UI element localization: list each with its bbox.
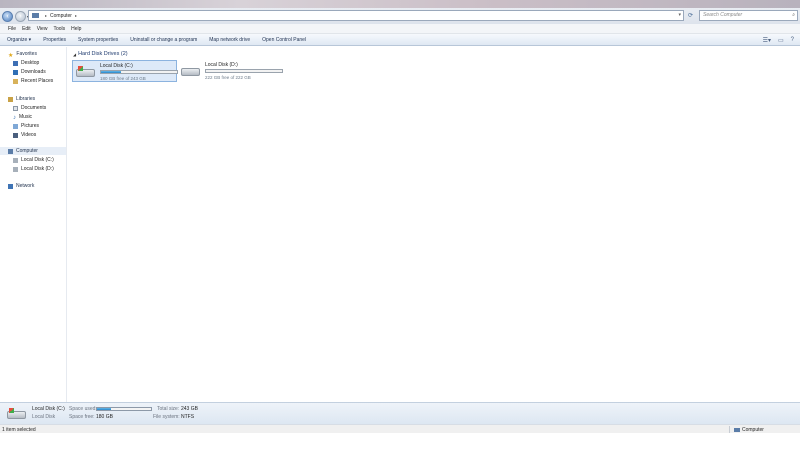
sidebar-item-label: Documents bbox=[21, 105, 47, 111]
hard-drive-icon bbox=[13, 157, 18, 163]
open-control-panel-button[interactable]: Open Control Panel bbox=[262, 37, 306, 43]
drive-usage-bar bbox=[205, 69, 283, 73]
sidebar-item-label: Local Disk (C:) bbox=[21, 157, 54, 163]
sidebar-item-label: Downloads bbox=[21, 69, 46, 75]
sidebar-network-label: Network bbox=[16, 183, 35, 189]
uninstall-program-button[interactable]: Uninstall or change a program bbox=[130, 37, 197, 43]
hard-drive-icon bbox=[76, 66, 95, 78]
sidebar-favorites[interactable]: ★ Favorites bbox=[8, 50, 74, 59]
address-history-dropdown-icon[interactable]: ▾ bbox=[678, 12, 681, 18]
details-space-free-value: 180 GB bbox=[96, 414, 113, 420]
window-title-strip bbox=[0, 0, 800, 8]
computer-icon bbox=[8, 148, 13, 154]
navigation-pane: ★ Favorites Desktop Downloads Recent Pla… bbox=[0, 47, 67, 402]
details-pane: Local Disk (C:) Local Disk Space used: S… bbox=[0, 402, 800, 424]
details-drive-type: Local Disk bbox=[32, 414, 56, 420]
drive-usage-bar bbox=[100, 70, 178, 74]
sidebar-item-label: Videos bbox=[21, 132, 37, 138]
search-input[interactable]: Search Computer ⌕ bbox=[699, 10, 798, 21]
sidebar-computer[interactable]: Computer bbox=[0, 147, 66, 155]
star-icon: ★ bbox=[8, 52, 14, 59]
drive-name: Local Disk (C:) bbox=[100, 63, 133, 69]
hard-drive-icon bbox=[181, 65, 200, 77]
drive-free-space: 222 GB free of 222 GB bbox=[205, 75, 251, 80]
menu-bar: File Edit View Tools Help bbox=[0, 24, 800, 34]
sidebar-libraries[interactable]: Libraries bbox=[8, 95, 74, 103]
breadcrumb-computer[interactable]: Computer bbox=[50, 13, 72, 19]
map-network-drive-button[interactable]: Map network drive bbox=[209, 37, 250, 43]
sidebar-item-label: Local Disk (D:) bbox=[21, 166, 54, 172]
navigation-bar: ‹ › ▾ ▸ Computer ▸ ▾ ⟳ Search Computer ⌕ bbox=[0, 8, 800, 24]
properties-button[interactable]: Properties bbox=[43, 37, 66, 43]
preview-pane-icon[interactable]: ▭ bbox=[778, 37, 784, 44]
details-file-system-label: File system: bbox=[153, 414, 180, 420]
drive-tile-c[interactable]: Local Disk (C:) 180 GB free of 243 GB bbox=[72, 60, 178, 82]
details-space-used-bar bbox=[96, 407, 152, 411]
downloads-folder-icon bbox=[13, 69, 18, 75]
change-view-icon[interactable]: ☰▾ bbox=[763, 37, 771, 44]
sidebar-item-label: Desktop bbox=[21, 60, 40, 66]
details-total-size-value: 243 GB bbox=[181, 406, 198, 412]
organize-button[interactable]: Organize ▾ bbox=[7, 37, 31, 43]
sidebar-network[interactable]: Network bbox=[8, 182, 74, 190]
menu-help[interactable]: Help bbox=[71, 26, 81, 32]
search-icon: ⌕ bbox=[792, 12, 795, 18]
sidebar-item-label: Recent Places bbox=[21, 78, 54, 84]
videos-icon bbox=[13, 132, 18, 138]
sidebar-item-label: Music bbox=[19, 114, 33, 120]
music-icon: ♪ bbox=[13, 114, 16, 121]
menu-file[interactable]: File bbox=[8, 26, 16, 32]
network-icon bbox=[8, 183, 13, 189]
refresh-icon[interactable]: ⟳ bbox=[688, 12, 693, 19]
address-bar[interactable]: ▸ Computer ▸ ▾ bbox=[28, 10, 684, 21]
system-properties-button[interactable]: System properties bbox=[78, 37, 118, 43]
hard-drive-icon bbox=[13, 166, 18, 172]
documents-icon bbox=[13, 105, 18, 111]
breadcrumb-chevron-icon[interactable]: ▸ bbox=[45, 13, 47, 18]
hard-drive-icon bbox=[7, 408, 26, 420]
command-bar: Organize ▾ Properties System properties … bbox=[0, 34, 800, 46]
help-icon[interactable]: ? bbox=[791, 37, 794, 44]
status-separator bbox=[729, 426, 730, 433]
status-bar: 1 item selected Computer bbox=[0, 424, 800, 433]
details-file-system-value: NTFS bbox=[181, 414, 195, 420]
details-space-free-label: Space free: bbox=[69, 414, 95, 420]
window-bottom bbox=[0, 433, 800, 450]
sidebar-item-label: Pictures bbox=[21, 123, 40, 129]
pictures-icon bbox=[13, 123, 18, 129]
details-space-used-label: Space used: bbox=[69, 406, 97, 412]
menu-tools[interactable]: Tools bbox=[53, 26, 65, 32]
content-pane: ◢ Hard Disk Drives (2) Local Disk (C:) 1… bbox=[68, 47, 800, 402]
desktop-icon bbox=[13, 60, 18, 66]
sidebar-libraries-label: Libraries bbox=[16, 96, 36, 102]
forward-button[interactable]: › bbox=[15, 10, 26, 22]
libraries-icon bbox=[8, 96, 13, 102]
details-total-size-label: Total size: bbox=[157, 406, 180, 412]
drive-name: Local Disk (D:) bbox=[205, 62, 238, 68]
recent-places-icon bbox=[13, 78, 18, 84]
drive-free-space: 180 GB free of 243 GB bbox=[100, 76, 146, 81]
breadcrumb-chevron-icon[interactable]: ▸ bbox=[75, 13, 77, 18]
computer-icon bbox=[32, 13, 39, 18]
computer-icon bbox=[734, 428, 740, 432]
sidebar-favorites-label: Favorites bbox=[16, 51, 37, 57]
menu-view[interactable]: View bbox=[37, 26, 48, 32]
search-placeholder: Search Computer bbox=[703, 12, 743, 18]
back-button[interactable]: ‹ bbox=[2, 10, 13, 22]
details-drive-name: Local Disk (C:) bbox=[32, 406, 65, 412]
drive-tile-d[interactable]: Local Disk (D:) 222 GB free of 222 GB bbox=[178, 60, 283, 82]
collapse-group-icon[interactable]: ◢ bbox=[73, 52, 76, 57]
menu-edit[interactable]: Edit bbox=[22, 26, 31, 32]
group-header-hard-disk-drives[interactable]: ◢ Hard Disk Drives (2) bbox=[73, 51, 128, 57]
sidebar-computer-label: Computer bbox=[16, 148, 38, 154]
group-header-label: Hard Disk Drives (2) bbox=[78, 51, 128, 57]
